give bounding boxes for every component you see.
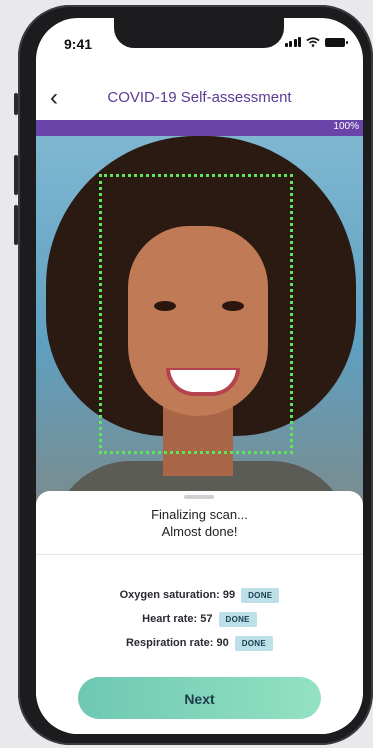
metrics-list: Oxygen saturation: 99 DONE Heart rate: 5… [36, 583, 363, 655]
volume-up-button [14, 155, 18, 195]
next-button[interactable]: Next [78, 677, 321, 719]
scan-status-line2: Almost done! [161, 524, 238, 539]
scan-status: Finalizing scan... Almost done! [36, 506, 363, 540]
divider [36, 554, 363, 555]
metric-label: Respiration rate: 90 [125, 637, 229, 649]
status-badge: DONE [241, 587, 280, 603]
metric-respiration: Respiration rate: 90 DONE [36, 631, 363, 655]
face-scan-box [99, 174, 293, 454]
status-time: 9:41 [64, 36, 93, 52]
scan-status-line1: Finalizing scan... [151, 507, 248, 522]
wifi-icon [306, 37, 320, 47]
notch [114, 18, 284, 48]
progress-label: 100% [333, 121, 359, 132]
screen: 9:41 ‹ COVID-19 Self-assessment 100% Fin… [36, 18, 363, 734]
status-badge: DONE [234, 635, 274, 651]
metric-heart-rate: Heart rate: 57 DONE [36, 607, 363, 631]
progress-bar: 100% [36, 120, 363, 136]
page-title: COVID-19 Self-assessment [107, 89, 292, 106]
metric-oxygen: Oxygen saturation: 99 DONE [36, 583, 363, 607]
header: ‹ COVID-19 Self-assessment [36, 80, 363, 118]
metric-label: Heart rate: 57 [142, 613, 213, 625]
sheet-handle[interactable] [184, 495, 214, 499]
signal-icon [284, 37, 301, 47]
camera-preview [36, 136, 363, 516]
results-sheet: Finalizing scan... Almost done! Oxygen s… [36, 491, 363, 734]
status-icons [284, 37, 348, 47]
metric-label: Oxygen saturation: 99 [119, 589, 236, 601]
status-badge: DONE [218, 611, 257, 627]
battery-icon [325, 37, 348, 47]
progress-fill [36, 120, 363, 136]
mute-switch [14, 93, 18, 115]
volume-down-button [14, 205, 18, 245]
